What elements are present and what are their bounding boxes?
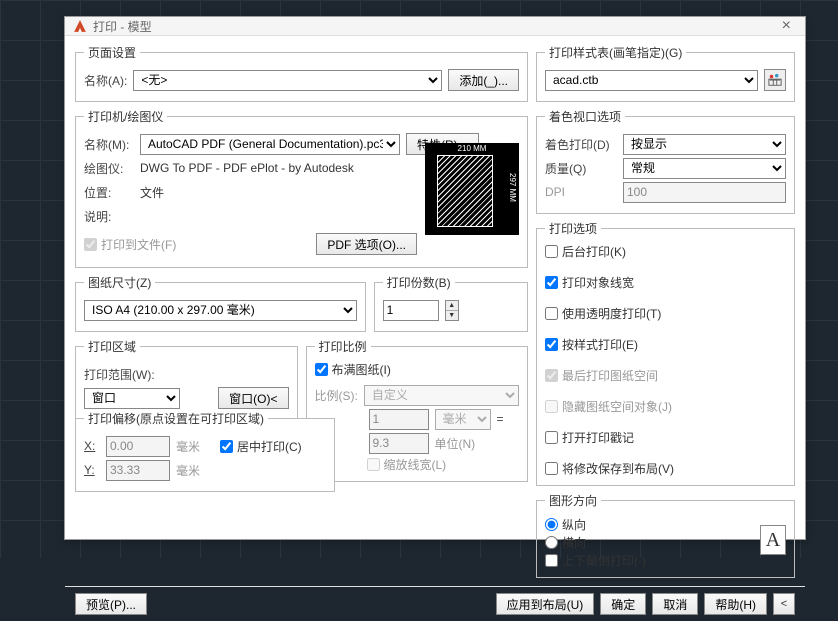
shade-plot-select[interactable]: 按显示 [623,134,786,155]
scale-denominator-input [369,433,429,454]
preview-width-label: 210 MM [425,144,519,153]
scale-select: 自定义 [364,385,519,406]
scale-unit2-label: 单位(N) [435,435,476,452]
printer-legend: 打印机/绘图仪 [84,108,167,125]
titlebar[interactable]: 打印 - 模型 × [65,17,805,36]
plot-area-legend: 打印区域 [84,338,140,355]
plot-style-group: 打印样式表(画笔指定)(G) acad.ctb [536,44,795,102]
help-button[interactable]: 帮助(H) [704,593,767,615]
offset-y-input [106,460,170,481]
paper-size-legend: 图纸尺寸(Z) [84,274,155,291]
location-value: 文件 [140,184,164,201]
orientation-group: 图形方向 纵向 横向 上下颠倒打印(-) A [536,492,795,578]
offset-y-label: Y: [84,463,100,477]
plot-scale-legend: 打印比例 [315,338,371,355]
dpi-label: DPI [545,185,617,199]
copies-input[interactable] [383,300,439,321]
plot-offset-group: 打印偏移(原点设置在可打印区域) X: 毫米 居中打印(C) Y: 毫米 [75,410,335,492]
pagesetup-add-button[interactable]: 添加(_)... [448,69,519,91]
paper-size-select[interactable]: ISO A4 (210.00 x 297.00 毫米) [84,300,357,321]
offset-x-unit: 毫米 [176,438,200,455]
plot-style-select[interactable]: acad.ctb [545,70,758,91]
fit-to-paper-check[interactable]: 布满图纸(I) [315,361,520,378]
scale-numerator-input [369,409,429,430]
scale-label: 比例(S): [315,387,358,404]
plot-offset-legend: 打印偏移(原点设置在可打印区域) [84,410,268,427]
printer-group: 打印机/绘图仪 名称(M): AutoCAD PDF (General Docu… [75,108,528,268]
copies-group: 打印份数(B) ▲▼ [374,274,528,332]
preview-paper-icon [437,155,493,227]
plot-stamp-check[interactable]: 打开打印戳记 [545,429,786,446]
pagesetup-name-select[interactable]: <无> [133,70,442,91]
preview-height-label: 297 MM [508,173,517,202]
dialog-footer: 预览(P)... 应用到布局(U) 确定 取消 帮助(H) < [65,586,805,621]
landscape-radio[interactable]: 横向 [545,534,786,551]
pen-table-icon [768,73,782,87]
description-label: 说明: [84,208,134,225]
upside-down-check[interactable]: 上下颠倒打印(-) [545,552,786,569]
orientation-icon: A [760,525,786,555]
plotter-label: 绘图仪: [84,160,134,177]
plot-range-label: 打印范围(W): [84,366,155,383]
shade-viewport-legend: 着色视口选项 [545,108,625,125]
window-pick-button[interactable]: 窗口(O)< [218,387,288,409]
offset-x-label: X: [84,439,100,453]
save-changes-check[interactable]: 将修改保存到布局(V) [545,460,786,477]
paper-preview: 210 MM 297 MM [425,143,519,235]
page-setup-legend: 页面设置 [84,44,140,61]
location-label: 位置: [84,184,134,201]
plot-style-legend: 打印样式表(画笔指定)(G) [545,44,686,61]
plot-range-select[interactable]: 窗口 [84,388,180,409]
paper-size-group: 图纸尺寸(Z) ISO A4 (210.00 x 297.00 毫米) [75,274,366,332]
orientation-legend: 图形方向 [545,492,601,509]
copies-spinner[interactable]: ▲▼ [445,300,459,321]
plot-options-group: 打印选项 后台打印(K) 打印对象线宽 使用透明度打印(T) 按样式打印(E) … [536,220,795,486]
offset-y-unit: 毫米 [176,462,200,479]
center-plot-check[interactable]: 居中打印(C) [220,438,302,455]
quality-select[interactable]: 常规 [623,158,786,179]
chevron-left-icon: < [781,598,787,610]
quality-label: 质量(Q) [545,160,617,177]
plot-scale-group: 打印比例 布满图纸(I) 比例(S): 自定义 [306,338,529,482]
plot-transparency-check[interactable]: 使用透明度打印(T) [545,305,786,322]
hide-paperspace-check: 隐藏图纸空间对象(J) [545,398,786,415]
apply-to-layout-button[interactable]: 应用到布局(U) [496,593,595,615]
ok-button[interactable]: 确定 [600,593,646,615]
plot-with-styles-check[interactable]: 按样式打印(E) [545,336,786,353]
shade-viewport-group: 着色视口选项 着色打印(D) 按显示 质量(Q) 常规 DPI [536,108,795,214]
printer-name-select[interactable]: AutoCAD PDF (General Documentation).pc3 [140,134,400,155]
window-title: 打印 - 模型 [93,18,152,35]
page-setup-group: 页面设置 名称(A): <无> 添加(_)... [75,44,528,102]
shade-plot-label: 着色打印(D) [545,136,617,153]
plot-style-edit-button[interactable] [764,69,786,91]
portrait-radio[interactable]: 纵向 [545,516,786,533]
scale-lineweight-check: 缩放线宽(L) [367,456,520,473]
background-plot-check[interactable]: 后台打印(K) [545,243,786,260]
plot-options-legend: 打印选项 [545,220,601,237]
copies-legend: 打印份数(B) [383,274,455,291]
cancel-button[interactable]: 取消 [652,593,698,615]
autocad-logo-icon [73,19,87,33]
dpi-input [623,182,786,203]
collapse-button[interactable]: < [773,593,795,615]
pagesetup-name-label: 名称(A): [84,72,127,89]
scale-unit1-select: 毫米 [435,409,491,430]
offset-x-input [106,436,170,457]
plot-dialog: 打印 - 模型 × 页面设置 名称(A): <无> 添加(_)... 打印机/绘… [64,16,806,540]
pdf-options-button[interactable]: PDF 选项(O)... [316,233,417,255]
plot-paperspace-last-check: 最后打印图纸空间 [545,367,786,384]
close-button[interactable]: × [776,17,797,35]
plot-lineweights-check[interactable]: 打印对象线宽 [545,274,786,291]
printer-name-label: 名称(M): [84,136,134,153]
plotter-value: DWG To PDF - PDF ePlot - by Autodesk [140,161,354,175]
preview-button[interactable]: 预览(P)... [75,593,147,615]
plot-to-file-check[interactable]: 打印到文件(F) [84,236,176,253]
